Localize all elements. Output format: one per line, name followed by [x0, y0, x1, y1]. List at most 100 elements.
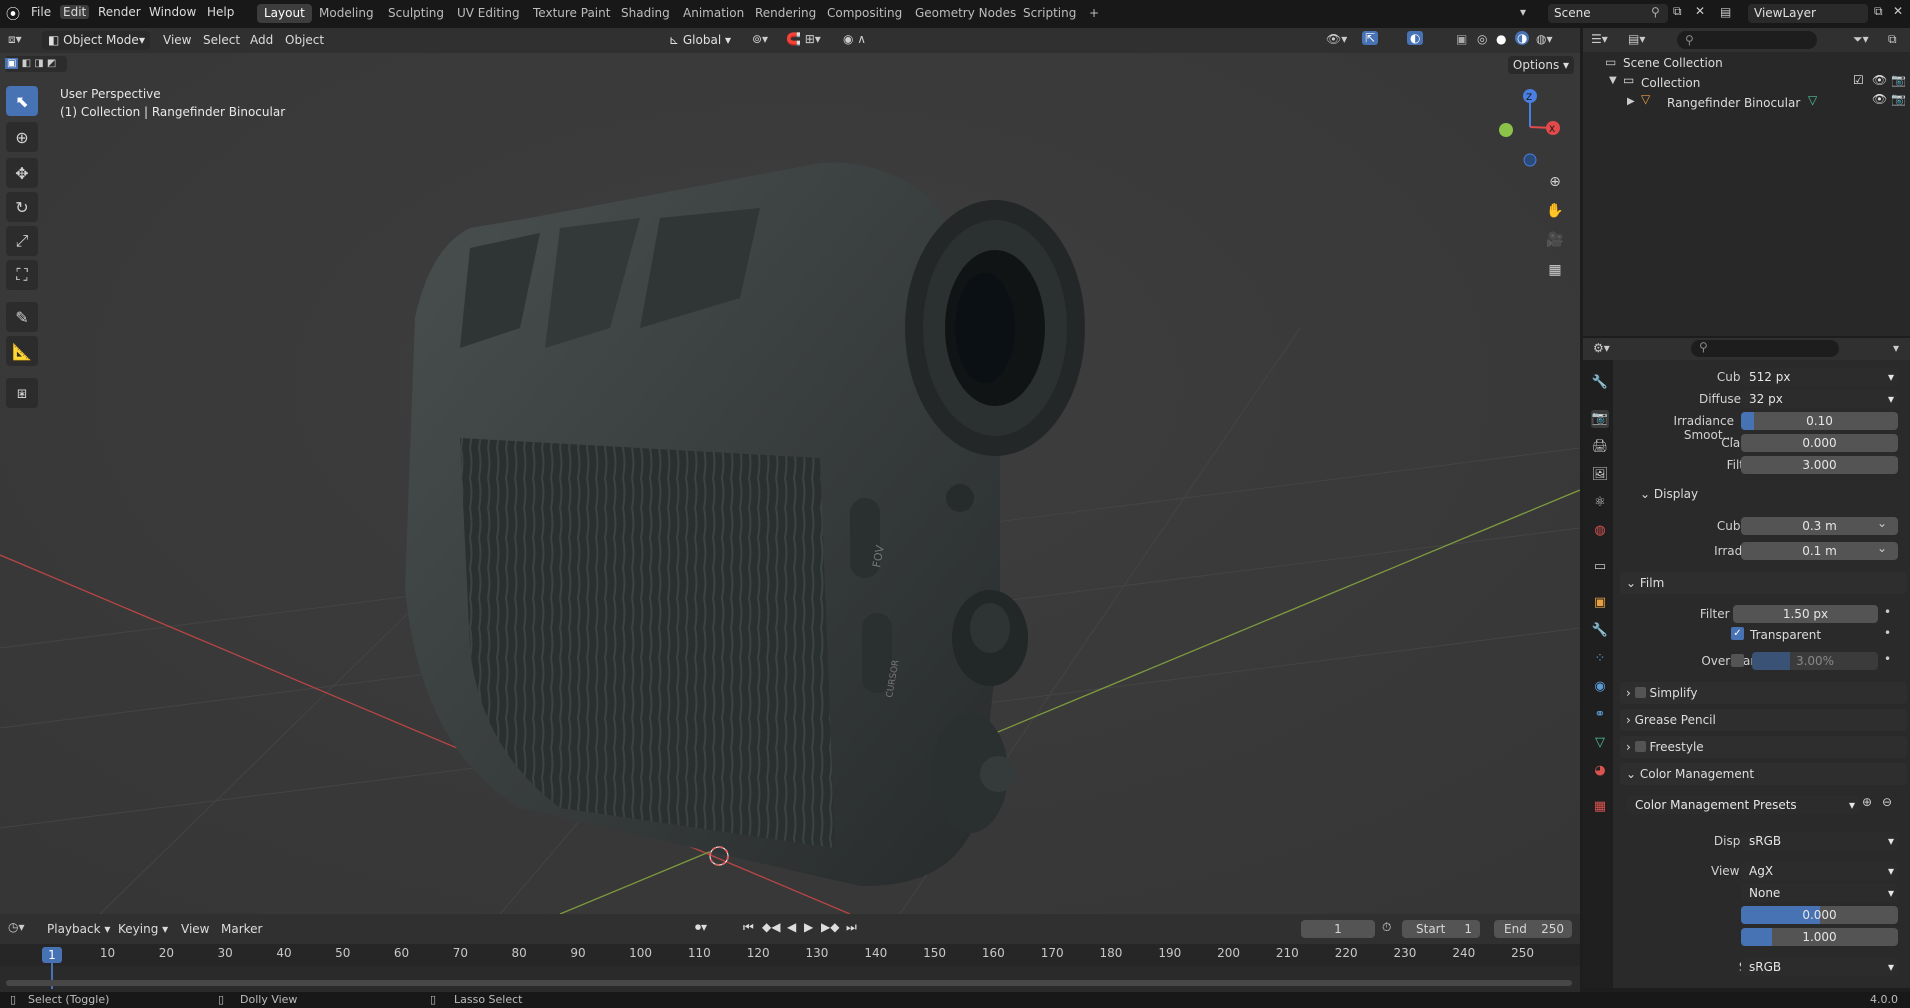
wireframe-shading-icon[interactable]: ◎: [1477, 32, 1487, 46]
viewport-menu-select[interactable]: Select: [203, 33, 240, 47]
object-label[interactable]: Rangefinder Binocular: [1667, 96, 1800, 110]
clamp-glossy-field[interactable]: 0.000: [1741, 434, 1898, 452]
gizmo-toggle-icon[interactable]: ⇱: [1362, 31, 1379, 45]
transform-tool[interactable]: ⛶: [6, 260, 38, 290]
gamma-slider[interactable]: 1.000: [1741, 928, 1898, 946]
tool-tab-icon[interactable]: 🔧: [1591, 374, 1609, 392]
filter-size-keyframe-icon[interactable]: •: [1884, 605, 1891, 619]
editor-type-icon[interactable]: ⧈▾: [8, 32, 22, 47]
select-mode-buttons[interactable]: ▣ ◧ ◨ ◩: [5, 56, 67, 72]
collection-label[interactable]: Collection: [1641, 76, 1700, 90]
freestyle-checkbox[interactable]: [1634, 741, 1646, 752]
delete-scene-icon[interactable]: ✕: [1695, 4, 1705, 18]
tab-sculpting[interactable]: Sculpting: [381, 4, 451, 23]
start-frame-field[interactable]: Start 1: [1402, 920, 1480, 938]
simplify-section-header[interactable]: › Simplify: [1620, 682, 1907, 704]
orientation-dropdown[interactable]: ⊾ Global ▾: [663, 31, 741, 50]
play-reverse-icon[interactable]: ◀: [787, 920, 796, 934]
menu-edit[interactable]: Edit: [60, 5, 90, 19]
viewport-menu-view[interactable]: View: [163, 33, 191, 47]
constraints-tab-icon[interactable]: ⚭: [1591, 706, 1609, 724]
current-frame-field[interactable]: 1: [1301, 920, 1375, 938]
add-preset-icon[interactable]: ⊕: [1862, 795, 1872, 809]
add-cube-tool[interactable]: ⧆: [6, 378, 38, 408]
film-section-header[interactable]: ⌄ Film: [1620, 572, 1907, 594]
view-layer-icon[interactable]: ▤: [1720, 5, 1731, 19]
options-button[interactable]: Options ▾: [1508, 56, 1574, 74]
play-icon[interactable]: ▶: [804, 920, 813, 934]
sequencer-dropdown[interactable]: sRGB ▾: [1741, 958, 1898, 976]
playhead[interactable]: 1: [42, 947, 62, 963]
outliner-search-input[interactable]: ⚲: [1677, 31, 1817, 49]
pin-icon[interactable]: ⚲: [1651, 5, 1660, 19]
display-device-dropdown[interactable]: sRGB ▾: [1741, 832, 1898, 850]
scene-collection-label[interactable]: Scene Collection: [1623, 56, 1723, 70]
modifier-tab-icon[interactable]: 🔧: [1591, 622, 1609, 640]
ortho-grid-icon[interactable]: ▦: [1543, 258, 1567, 282]
material-tab-icon[interactable]: ◕: [1591, 762, 1609, 780]
select-box-tool[interactable]: ⬉: [6, 86, 38, 116]
view-layer-tab-icon[interactable]: 🖼: [1591, 466, 1609, 484]
color-management-section-header[interactable]: ⌄ Color Management: [1620, 763, 1907, 785]
irradiance-smoothing-slider[interactable]: 0.10: [1741, 412, 1898, 430]
end-frame-field[interactable]: End 250: [1494, 920, 1572, 938]
cursor-tool[interactable]: ⊕: [6, 122, 38, 152]
display-subpanel-header[interactable]: ⌄ Display: [1640, 487, 1698, 501]
freestyle-section-header[interactable]: › Freestyle: [1620, 736, 1907, 758]
remove-preset-icon[interactable]: ⊖: [1882, 795, 1892, 809]
rangefinder-model[interactable]: [405, 162, 1085, 887]
timeline-menu-marker[interactable]: Marker: [221, 922, 262, 936]
timeline-scrollbar[interactable]: [6, 980, 1572, 986]
particles-tab-icon[interactable]: ⁘: [1591, 650, 1609, 668]
scale-tool[interactable]: ⤢: [6, 226, 38, 256]
pan-hand-icon[interactable]: ✋: [1543, 199, 1567, 223]
collection-camera-icon[interactable]: 📷: [1891, 73, 1906, 87]
mesh-data-icon[interactable]: ▽: [1808, 93, 1817, 107]
menu-render[interactable]: Render: [98, 5, 141, 19]
transparent-checkbox[interactable]: ✓: [1731, 627, 1744, 640]
scene-field[interactable]: Scene: [1548, 4, 1668, 23]
zoom-icon[interactable]: ⊕: [1543, 170, 1567, 194]
collection-tab-icon[interactable]: ▭: [1591, 558, 1609, 576]
tab-uv-editing[interactable]: UV Editing: [450, 4, 527, 23]
exposure-slider[interactable]: 0.000: [1741, 906, 1898, 924]
tab-animation[interactable]: Animation: [676, 4, 751, 23]
irradiance-size-field[interactable]: 0.1 m: [1741, 542, 1898, 560]
filter-size-field[interactable]: 1.50 px: [1733, 605, 1878, 623]
physics-tab-icon[interactable]: ◉: [1591, 678, 1609, 696]
outliner-editor-icon[interactable]: ☰▾: [1591, 32, 1608, 46]
render-tab-icon[interactable]: 📷: [1591, 410, 1609, 428]
solid-shading-icon[interactable]: ●: [1496, 32, 1506, 46]
display-cubemap-dropdown-icon[interactable]: ⌄: [1877, 516, 1887, 530]
view-layer-field[interactable]: ViewLayer: [1748, 4, 1868, 23]
menu-file[interactable]: File: [31, 5, 51, 19]
object-expand-icon[interactable]: ▶: [1627, 96, 1635, 107]
3d-viewport[interactable]: FOV CURSOR User Perspective (1) Collecti…: [0, 28, 1580, 914]
timeline-menu-view[interactable]: View: [181, 922, 209, 936]
view-transform-dropdown[interactable]: AgX ▾: [1741, 862, 1898, 880]
tab-modeling[interactable]: Modeling: [312, 4, 381, 23]
mode-dropdown[interactable]: ◧ Object Mode ▾: [42, 31, 150, 50]
filter-quality-field[interactable]: 3.000: [1741, 456, 1898, 474]
scene-icon[interactable]: ▾: [1520, 5, 1526, 19]
tab-scripting[interactable]: Scripting: [1016, 4, 1083, 23]
tab-texture-paint[interactable]: Texture Paint: [526, 4, 617, 23]
jump-end-icon[interactable]: ⏭: [846, 920, 857, 935]
navigation-gizmo[interactable]: Z X: [1490, 80, 1570, 170]
object-camera-icon[interactable]: 📷: [1891, 92, 1906, 106]
transparent-keyframe-icon[interactable]: •: [1884, 626, 1891, 640]
display-cubemap-size-field[interactable]: 0.3 m: [1741, 517, 1898, 535]
delete-view-layer-icon[interactable]: ✕: [1893, 4, 1903, 18]
stopwatch-icon[interactable]: ⏱: [1382, 920, 1391, 935]
tab-geometry-nodes[interactable]: Geometry Nodes: [908, 4, 1023, 23]
texture-tab-icon[interactable]: ▦: [1591, 798, 1609, 816]
tab-shading[interactable]: Shading: [614, 4, 677, 23]
record-icon[interactable]: ⏺▾: [695, 920, 707, 935]
scene-tab-icon[interactable]: ⚛: [1591, 494, 1609, 512]
grease-pencil-section-header[interactable]: › Grease Pencil: [1620, 709, 1907, 731]
new-collection-icon[interactable]: ⧉: [1888, 32, 1897, 47]
cubemap-size-dropdown[interactable]: 512 px ▾: [1741, 368, 1898, 386]
timeline-editor-icon[interactable]: ◷▾: [8, 920, 25, 934]
properties-search-input[interactable]: ⚲: [1691, 340, 1839, 357]
add-workspace-button[interactable]: +: [1082, 4, 1106, 23]
